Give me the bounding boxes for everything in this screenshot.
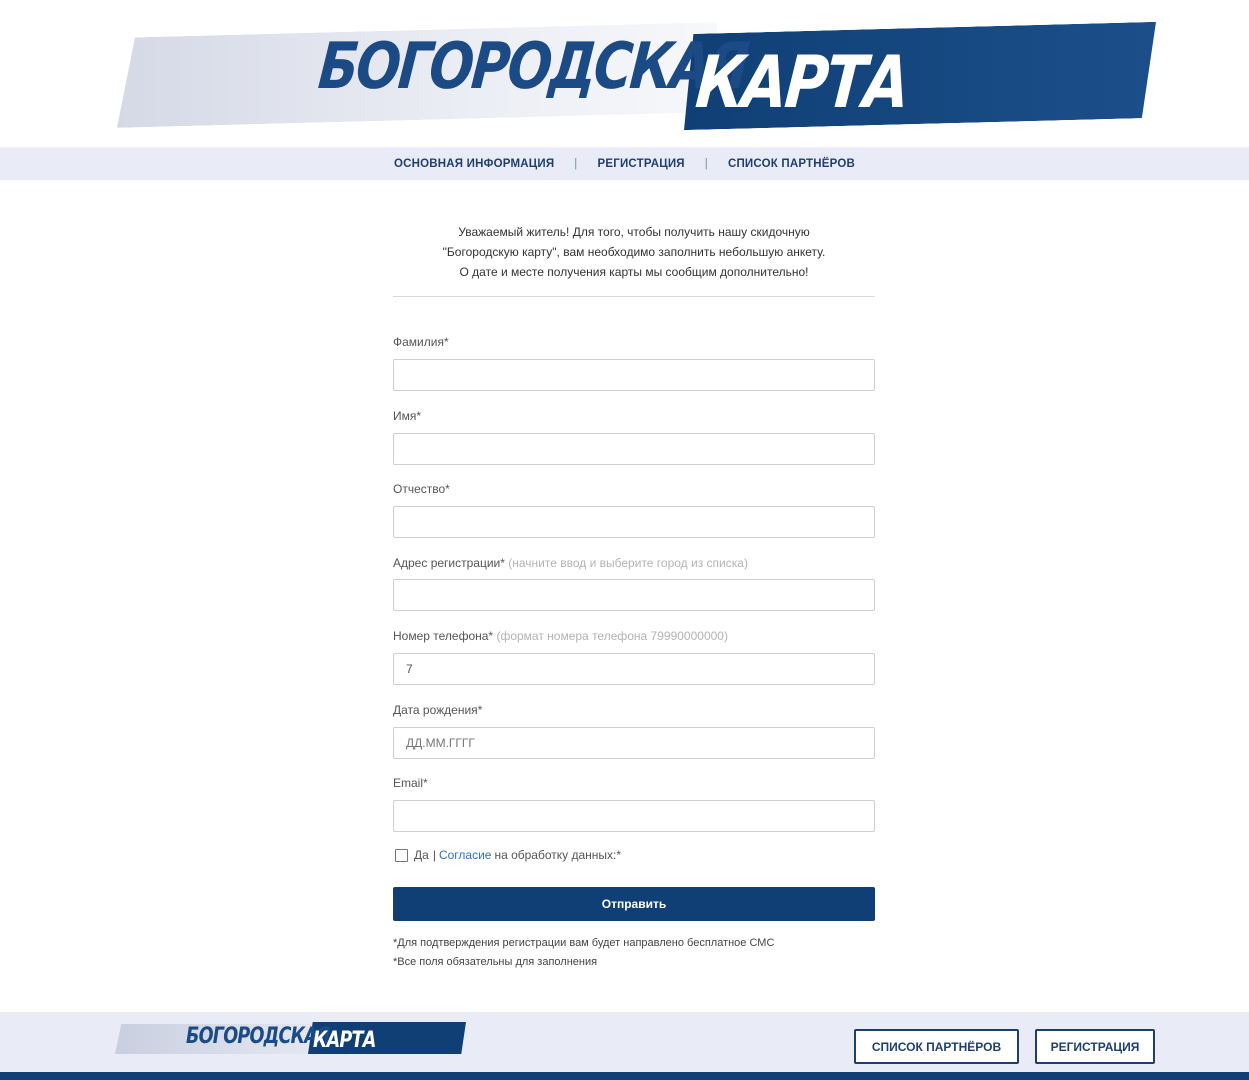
nav-item-partners[interactable]: СПИСОК ПАРТНЁРОВ bbox=[726, 158, 857, 170]
consent-link[interactable]: Согласие bbox=[439, 848, 492, 862]
address-label: Адрес регистрации* bbox=[393, 556, 505, 570]
nav-item-main-info[interactable]: ОСНОВНАЯ ИНФОРМАЦИЯ bbox=[392, 158, 556, 170]
name-label: Имя* bbox=[393, 409, 422, 423]
address-label-row: Адрес регистрации* (начните ввод и выбер… bbox=[393, 556, 748, 570]
intro-line-1: Уважаемый житель! Для того, чтобы получи… bbox=[458, 225, 810, 239]
nav-separator: | bbox=[574, 157, 578, 170]
consent-row: Да | Согласие на обработку данных:* bbox=[395, 848, 621, 862]
address-field[interactable] bbox=[393, 579, 875, 611]
footer-logo[interactable]: БОГОРОДСКАЯ КАРТА bbox=[0, 1012, 600, 1072]
phone-label: Номер телефона* bbox=[393, 629, 494, 643]
intro-text: Уважаемый житель! Для того, чтобы получи… bbox=[393, 222, 875, 282]
patronymic-field[interactable] bbox=[393, 506, 875, 538]
logo-word-karta: КАРТА bbox=[692, 40, 911, 124]
email-field[interactable] bbox=[393, 800, 875, 832]
phone-field[interactable] bbox=[393, 653, 875, 685]
phone-hint: (формат номера телефона 79990000000) bbox=[496, 629, 728, 643]
header-logo[interactable]: БОГОРОДСКАЯ КАРТА bbox=[0, 0, 1249, 140]
consent-pipe: | bbox=[432, 848, 436, 862]
birthdate-field[interactable] bbox=[393, 727, 875, 759]
email-label: Email* bbox=[393, 776, 428, 790]
consent-yes-label: Да bbox=[414, 848, 429, 862]
surname-label: Фамилия* bbox=[393, 335, 449, 349]
note-required: *Все поля обязательны для заполнения bbox=[393, 956, 598, 968]
divider bbox=[393, 296, 875, 297]
intro-line-3: О дате и месте получения карты мы сообщи… bbox=[459, 265, 809, 279]
footer-logo-word-karta: КАРТА bbox=[313, 1028, 376, 1053]
birthdate-label: Дата рождения* bbox=[393, 703, 483, 717]
footer-registration-button[interactable]: РЕГИСТРАЦИЯ bbox=[1035, 1029, 1155, 1064]
surname-field[interactable] bbox=[393, 359, 875, 391]
logo-word-bogorodskaya: БОГОРОДСКАЯ bbox=[315, 30, 750, 104]
consent-checkbox[interactable] bbox=[395, 848, 408, 862]
submit-button[interactable]: Отправить bbox=[393, 887, 875, 921]
address-hint: (начните ввод и выберите город из списка… bbox=[508, 556, 748, 570]
top-navigation: ОСНОВНАЯ ИНФОРМАЦИЯ | РЕГИСТРАЦИЯ | СПИС… bbox=[0, 147, 1249, 180]
name-field[interactable] bbox=[393, 433, 875, 465]
nav-separator: | bbox=[704, 157, 708, 170]
note-sms: *Для подтверждения регистрации вам будет… bbox=[393, 937, 775, 949]
nav-item-registration[interactable]: РЕГИСТРАЦИЯ bbox=[595, 158, 686, 170]
intro-line-2: "Богородскую карту", вам необходимо запо… bbox=[442, 245, 826, 259]
phone-label-row: Номер телефона* (формат номера телефона … bbox=[393, 629, 728, 643]
patronymic-label: Отчество* bbox=[393, 482, 450, 496]
consent-text: на обработку данных:* bbox=[494, 848, 622, 862]
footer-partners-button[interactable]: СПИСОК ПАРТНЁРОВ bbox=[854, 1029, 1019, 1064]
footer-bottom-bar bbox=[0, 1072, 1249, 1080]
footer-logo-word-bogorodskaya: БОГОРОДСКАЯ bbox=[186, 1024, 331, 1049]
